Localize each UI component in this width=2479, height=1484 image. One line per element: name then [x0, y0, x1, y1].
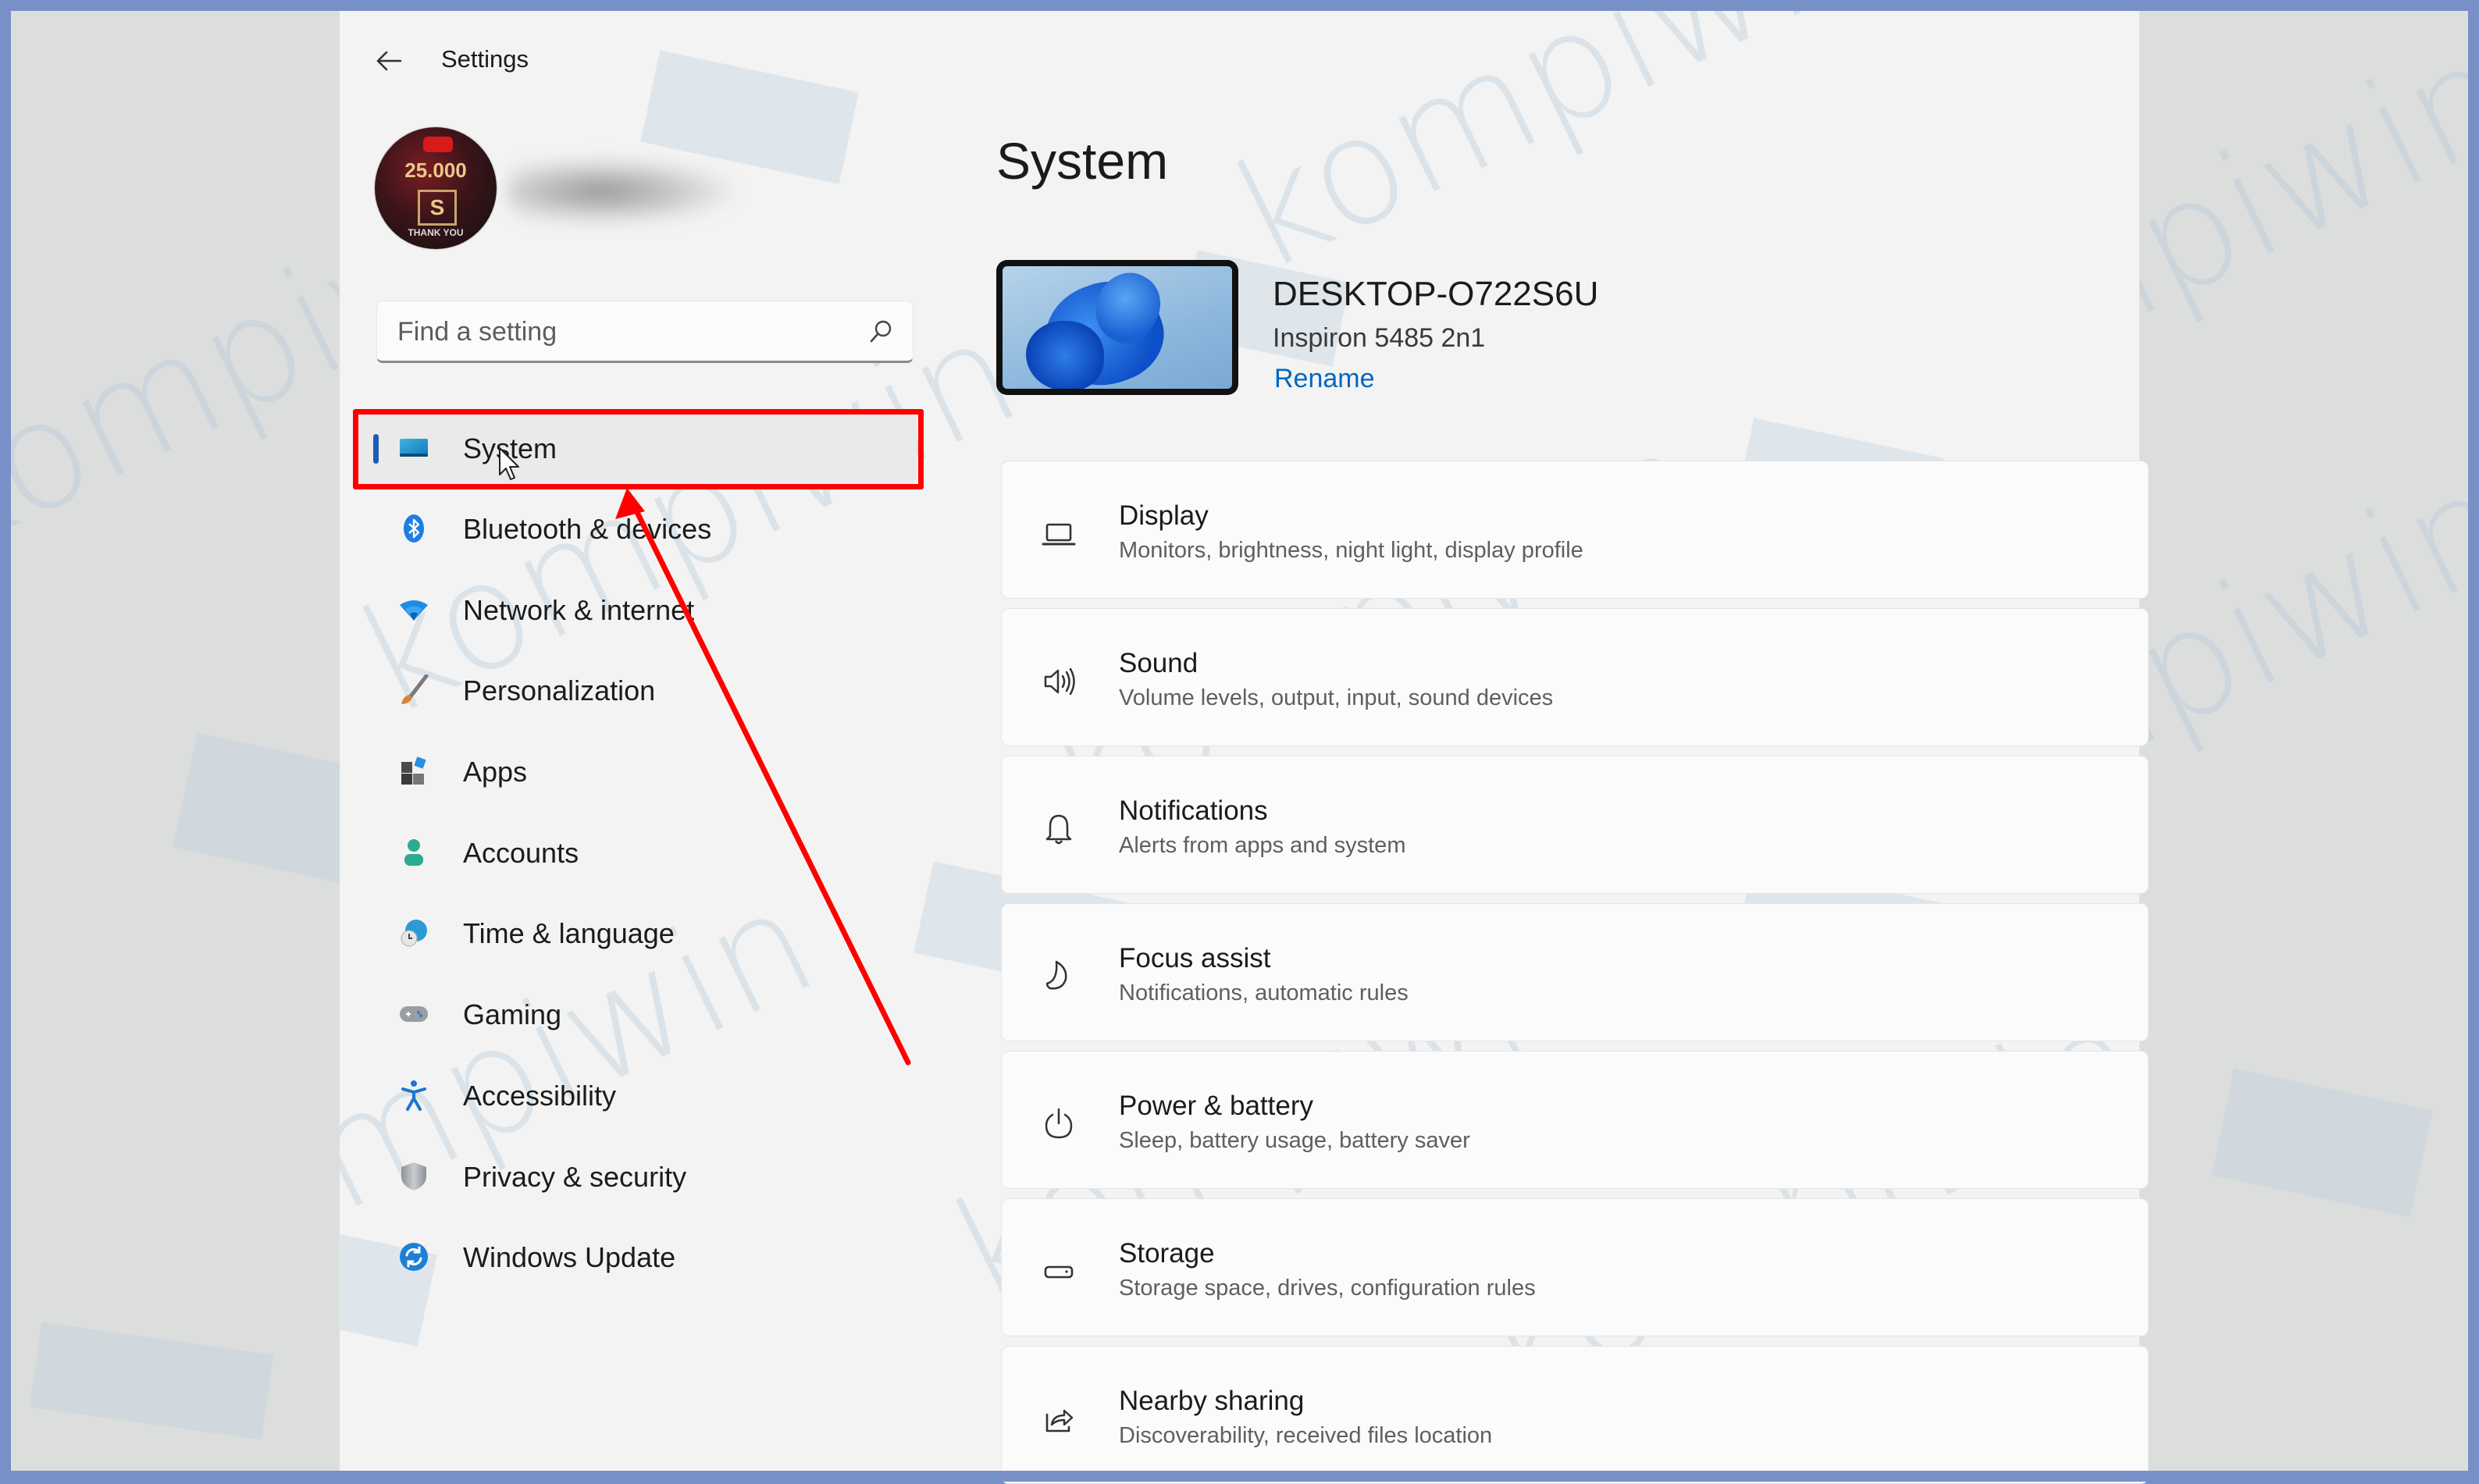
back-arrow-icon — [376, 51, 402, 71]
user-name-blurred — [508, 156, 742, 226]
display-icon — [1042, 523, 1076, 546]
highlight-box — [353, 409, 924, 489]
sidebar-item-windows-update[interactable]: Windows Update — [358, 1221, 917, 1293]
page-title: System — [996, 132, 1169, 190]
settings-card-sound[interactable]: Sound Volume levels, output, input, soun… — [1001, 608, 2149, 746]
card-title: Focus assist — [1119, 943, 1271, 973]
globe-clock-icon — [401, 920, 427, 947]
settings-card-display[interactable]: Display Monitors, brightness, night ligh… — [1001, 461, 2149, 599]
sidebar-item-label: Personalization — [463, 674, 656, 706]
card-subtitle: Discoverability, received files location — [1119, 1423, 1493, 1448]
apps-icon — [401, 756, 426, 785]
wifi-icon — [400, 600, 428, 621]
account-icon — [404, 839, 423, 866]
back-button[interactable] — [367, 41, 411, 81]
avatar-logo: S — [418, 190, 457, 226]
sidebar-item-time-language[interactable]: Time & language — [358, 897, 917, 969]
app-title: Settings — [441, 45, 529, 73]
device-name: DESKTOP-O722S6U — [1273, 275, 1599, 313]
wallpaper-thumbnail — [1003, 266, 1232, 389]
sidebar-item-label: Network & internet — [463, 594, 695, 626]
bell-icon — [1045, 814, 1072, 845]
card-subtitle: Notifications, automatic rules — [1119, 980, 1409, 1005]
sidebar-item-accounts[interactable]: Accounts — [358, 817, 917, 888]
card-subtitle: Storage space, drives, configuration rul… — [1119, 1276, 1536, 1301]
bluetooth-icon — [404, 514, 424, 543]
mouse-cursor-icon — [499, 447, 519, 480]
avatar-text: 25.000 — [404, 158, 467, 182]
card-subtitle: Volume levels, output, input, sound devi… — [1119, 685, 1554, 710]
sidebar-item-label: Accounts — [463, 837, 579, 869]
search-icon[interactable] — [867, 319, 894, 345]
share-icon — [1045, 1409, 1074, 1432]
sidebar-item-label: Gaming — [463, 998, 562, 1030]
card-title: Power & battery — [1119, 1091, 1313, 1121]
card-title: Nearby sharing — [1119, 1386, 1305, 1416]
sidebar-item-apps[interactable]: Apps — [358, 735, 917, 807]
sidebar-item-label: Windows Update — [463, 1241, 676, 1273]
moon-icon — [1045, 960, 1067, 990]
gamepad-icon — [400, 1006, 428, 1022]
sidebar-item-label: Accessibility — [463, 1080, 617, 1112]
settings-card-focus-assist[interactable]: Focus assist Notifications, automatic ru… — [1001, 903, 2149, 1041]
card-title: Storage — [1119, 1238, 1215, 1269]
sidebar-item-network[interactable]: Network & internet — [358, 574, 917, 646]
device-model: Inspiron 5485 2n1 — [1273, 323, 1486, 353]
speaker-icon — [1044, 667, 1075, 696]
sidebar-item-gaming[interactable]: Gaming — [358, 978, 917, 1050]
storage-icon — [1044, 1265, 1074, 1279]
sidebar-item-bluetooth[interactable]: Bluetooth & devices — [358, 493, 917, 564]
search-box[interactable] — [376, 301, 914, 363]
shield-icon — [401, 1162, 426, 1190]
settings-card-storage[interactable]: Storage Storage space, drives, configura… — [1001, 1198, 2149, 1336]
avatar-caption: THANK YOU — [408, 227, 464, 238]
avatar[interactable]: 25.000 S THANK YOU — [375, 127, 497, 249]
sidebar-item-label: Privacy & security — [463, 1161, 687, 1193]
settings-card-power-battery[interactable]: Power & battery Sleep, battery usage, ba… — [1001, 1051, 2149, 1189]
card-subtitle: Monitors, brightness, night light, displ… — [1119, 538, 1583, 563]
watermark-text: kompiwin — [1205, 11, 1917, 306]
rename-link[interactable]: Rename — [1274, 364, 1375, 394]
device-image — [996, 260, 1238, 395]
card-title: Display — [1119, 500, 1209, 531]
update-icon — [400, 1243, 428, 1271]
card-subtitle: Alerts from apps and system — [1119, 833, 1406, 858]
card-title: Notifications — [1119, 795, 1268, 826]
sidebar-item-label: Time & language — [463, 917, 675, 949]
search-input[interactable] — [396, 301, 836, 362]
sidebar-item-label: Bluetooth & devices — [463, 513, 712, 545]
settings-card-nearby-sharing[interactable]: Nearby sharing Discoverability, received… — [1001, 1346, 2149, 1484]
card-subtitle: Sleep, battery usage, battery saver — [1119, 1128, 1470, 1153]
sidebar-item-label: Apps — [463, 756, 528, 788]
sidebar-item-personalization[interactable]: Personalization — [358, 654, 917, 726]
sidebar-item-accessibility[interactable]: Accessibility — [358, 1059, 917, 1131]
paintbrush-icon — [401, 674, 429, 704]
accessibility-icon — [401, 1080, 426, 1111]
watermark-shape — [29, 1322, 274, 1440]
avatar-badge — [423, 137, 453, 152]
power-icon — [1045, 1108, 1073, 1139]
card-title: Sound — [1119, 648, 1199, 678]
sidebar-item-privacy-security[interactable]: Privacy & security — [358, 1141, 917, 1212]
settings-card-notifications[interactable]: Notifications Alerts from apps and syste… — [1001, 756, 2149, 894]
right-margin — [2139, 11, 2468, 1471]
